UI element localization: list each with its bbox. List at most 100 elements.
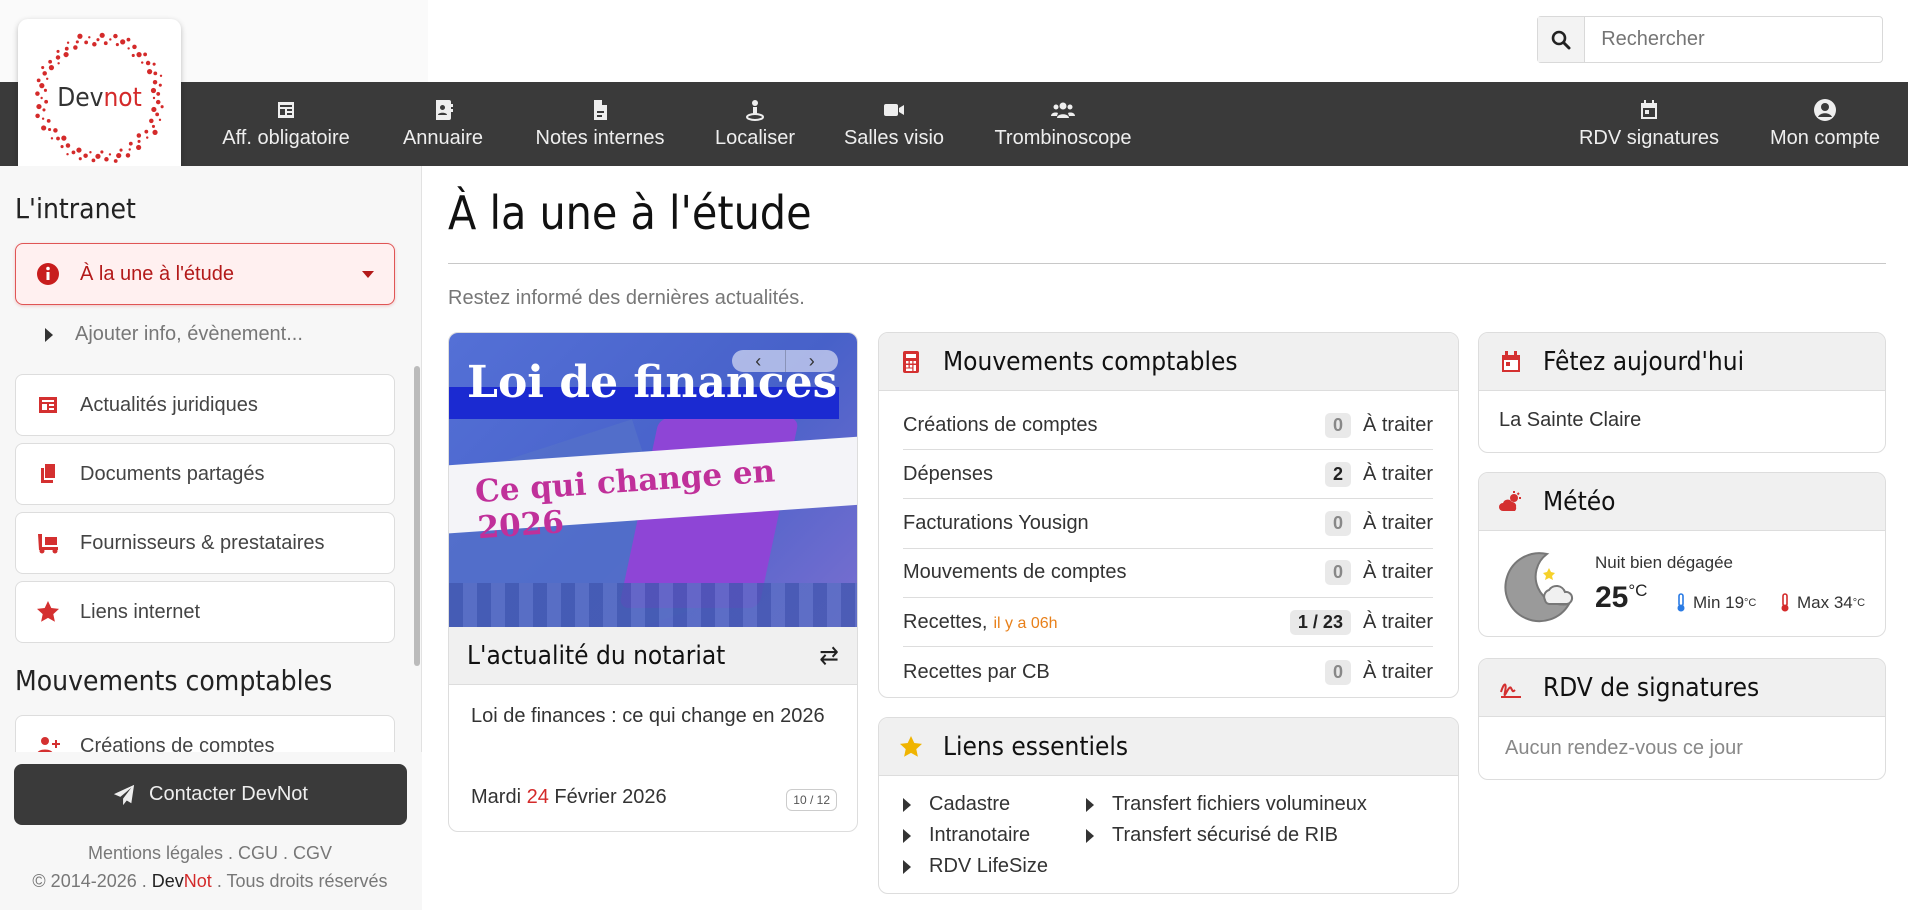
logo-dot bbox=[60, 135, 66, 141]
logo-dot bbox=[87, 35, 90, 39]
logo-dot bbox=[131, 44, 137, 49]
logo-dot bbox=[159, 74, 162, 77]
logo-dot bbox=[145, 60, 150, 65]
mouvement-status: À traiter bbox=[1362, 512, 1433, 535]
nav-notes-internes[interactable]: Notes internes bbox=[532, 82, 668, 166]
logo-dot bbox=[95, 37, 100, 41]
sidebar-subitem-ajouter[interactable]: Ajouter info, évènement... bbox=[45, 323, 303, 346]
sidebar-item-fournisseurs[interactable]: Fournisseurs & prestataires bbox=[15, 512, 395, 574]
mouvement-status: À traiter bbox=[1362, 660, 1433, 683]
saint-name: La Sainte Claire bbox=[1499, 409, 1642, 431]
mouvement-status: À traiter bbox=[1362, 561, 1433, 584]
logo-dot bbox=[62, 51, 69, 57]
logo-dot bbox=[103, 40, 108, 45]
logo-dot bbox=[103, 156, 109, 162]
user-circle-icon bbox=[1814, 99, 1836, 121]
logo-dot bbox=[158, 83, 162, 87]
sidebar-scrollbar[interactable] bbox=[414, 366, 420, 666]
newspaper-icon bbox=[278, 102, 294, 118]
caret-down-icon[interactable] bbox=[362, 270, 374, 278]
logo-dot bbox=[99, 32, 105, 38]
nav-aff-obligatoire[interactable]: Aff. obligatoire bbox=[218, 82, 354, 166]
mouvement-row[interactable]: Créations de comptes 0 À traiter bbox=[903, 401, 1433, 450]
mouvement-label-wrap: Dépenses bbox=[903, 463, 1325, 486]
nav-trombinoscope[interactable]: Trombinoscope bbox=[990, 82, 1136, 166]
mouvement-label: Mouvements de comptes bbox=[903, 561, 1127, 584]
logo-dot bbox=[45, 77, 48, 80]
caret-right-icon bbox=[903, 828, 911, 843]
link-rdv-lifesize[interactable]: RDV LifeSize bbox=[903, 855, 1048, 878]
link-transfert-rib[interactable]: Transfert sécurisé de RIB bbox=[1086, 824, 1338, 847]
logo-dot bbox=[143, 129, 148, 134]
mouvement-row[interactable]: Mouvements de comptes 0 À traiter bbox=[903, 549, 1433, 598]
cloud-sun-icon bbox=[1499, 490, 1521, 511]
carousel-prev-button[interactable]: ‹ bbox=[732, 350, 786, 372]
logo-dot bbox=[150, 87, 156, 93]
logo-dot bbox=[78, 156, 82, 160]
nav-annuaire[interactable]: Annuaire bbox=[398, 82, 488, 166]
link-transfert-fichiers[interactable]: Transfert fichiers volumineux bbox=[1086, 793, 1367, 816]
carousel-next-button[interactable]: › bbox=[786, 350, 839, 372]
logo-dot bbox=[47, 59, 52, 64]
main-nav: Aff. obligatoire Annuaire Notes internes… bbox=[0, 82, 1908, 166]
carousel-arrows: ‹ › bbox=[732, 350, 838, 372]
sidebar-item-label: Fournisseurs & prestataires bbox=[80, 531, 325, 554]
legal-links[interactable]: Mentions légales . CGU . CGV bbox=[0, 843, 420, 864]
nav-rdv-signatures[interactable]: RDV signatures bbox=[1576, 82, 1722, 166]
swap-icon[interactable]: ⇄ bbox=[819, 641, 839, 671]
news-image[interactable]: Loi de finances Ce qui change en 2026 ‹ … bbox=[449, 333, 857, 627]
link-intranotaire[interactable]: Intranotaire bbox=[903, 824, 1030, 847]
sidebar-item-liens[interactable]: Liens internet bbox=[15, 581, 395, 643]
meteo-min: Min 19 °C bbox=[1675, 593, 1756, 613]
search-button[interactable] bbox=[1538, 17, 1586, 62]
mouvement-label-wrap: Mouvements de comptes bbox=[903, 561, 1325, 584]
star-icon bbox=[900, 735, 922, 757]
nav-mon-compte[interactable]: Mon compte bbox=[1766, 82, 1884, 166]
news-header-title: L'actualité du notariat bbox=[467, 640, 726, 671]
mouvement-row[interactable]: Dépenses 2 À traiter bbox=[903, 450, 1433, 500]
logo-dot bbox=[119, 38, 125, 44]
logo-dot bbox=[140, 60, 143, 64]
count-badge: 0 bbox=[1324, 412, 1351, 438]
sidebar-item-actualites[interactable]: Actualités juridiques bbox=[15, 374, 395, 436]
mouvement-status: À traiter bbox=[1362, 610, 1433, 633]
sidebar-item-a-la-une[interactable]: À la une à l'étude bbox=[15, 243, 395, 305]
mouvement-row[interactable]: Recettes, il y a 06h 1 / 23 À traiter bbox=[903, 598, 1433, 648]
rdv-empty-message: Aucun rendez-vous ce jour bbox=[1505, 737, 1743, 759]
caret-right-icon bbox=[1086, 797, 1094, 812]
mouvement-status: À traiter bbox=[1362, 413, 1433, 436]
logo-dot bbox=[50, 136, 53, 140]
sidebar-item-documents[interactable]: Documents partagés bbox=[15, 443, 395, 505]
logo-dot bbox=[152, 96, 155, 99]
nav-salles-visio[interactable]: Salles visio bbox=[842, 82, 946, 166]
mouvement-row[interactable]: Facturations Yousign 0 À traiter bbox=[903, 500, 1433, 549]
address-book-icon bbox=[436, 100, 453, 120]
devnot-logo[interactable]: Devnot bbox=[18, 19, 181, 176]
logo-dot bbox=[148, 118, 154, 123]
contact-devnot-button[interactable]: Contacter DevNot bbox=[14, 764, 407, 825]
link-cadastre[interactable]: Cadastre bbox=[903, 793, 1010, 816]
count-badge: 2 bbox=[1324, 461, 1351, 487]
search-input[interactable] bbox=[1585, 17, 1882, 62]
logo-dot bbox=[136, 132, 141, 138]
sidebar-item-label: Documents partagés bbox=[80, 462, 265, 485]
nav-label: Localiser bbox=[714, 127, 796, 149]
meteo-description: Nuit bien dégagée bbox=[1595, 553, 1734, 572]
logo-dot bbox=[91, 41, 97, 47]
mouvement-row[interactable]: Recettes par CB 0 À traiter bbox=[903, 648, 1433, 697]
mouvement-label: Créations de comptes bbox=[903, 413, 1098, 436]
nav-label: Aff. obligatoire bbox=[222, 127, 350, 149]
mouvement-label: Recettes par CB bbox=[903, 660, 1050, 683]
mouvements-card: Mouvements comptables Créations de compt… bbox=[878, 332, 1459, 698]
nav-localiser[interactable]: Localiser bbox=[712, 82, 798, 166]
mouvement-time-ago: il y a 06h bbox=[993, 614, 1058, 632]
video-icon bbox=[884, 104, 904, 116]
count-badge: 0 bbox=[1324, 560, 1351, 586]
count-badge: 0 bbox=[1324, 659, 1351, 685]
news-article-title[interactable]: Loi de finances : ce qui change en 2026 bbox=[471, 701, 835, 732]
logo-dot bbox=[150, 106, 156, 112]
logo-dot bbox=[118, 148, 123, 152]
logo-dot bbox=[65, 142, 70, 148]
logo-dot bbox=[151, 124, 155, 128]
logo-dot bbox=[55, 54, 60, 60]
